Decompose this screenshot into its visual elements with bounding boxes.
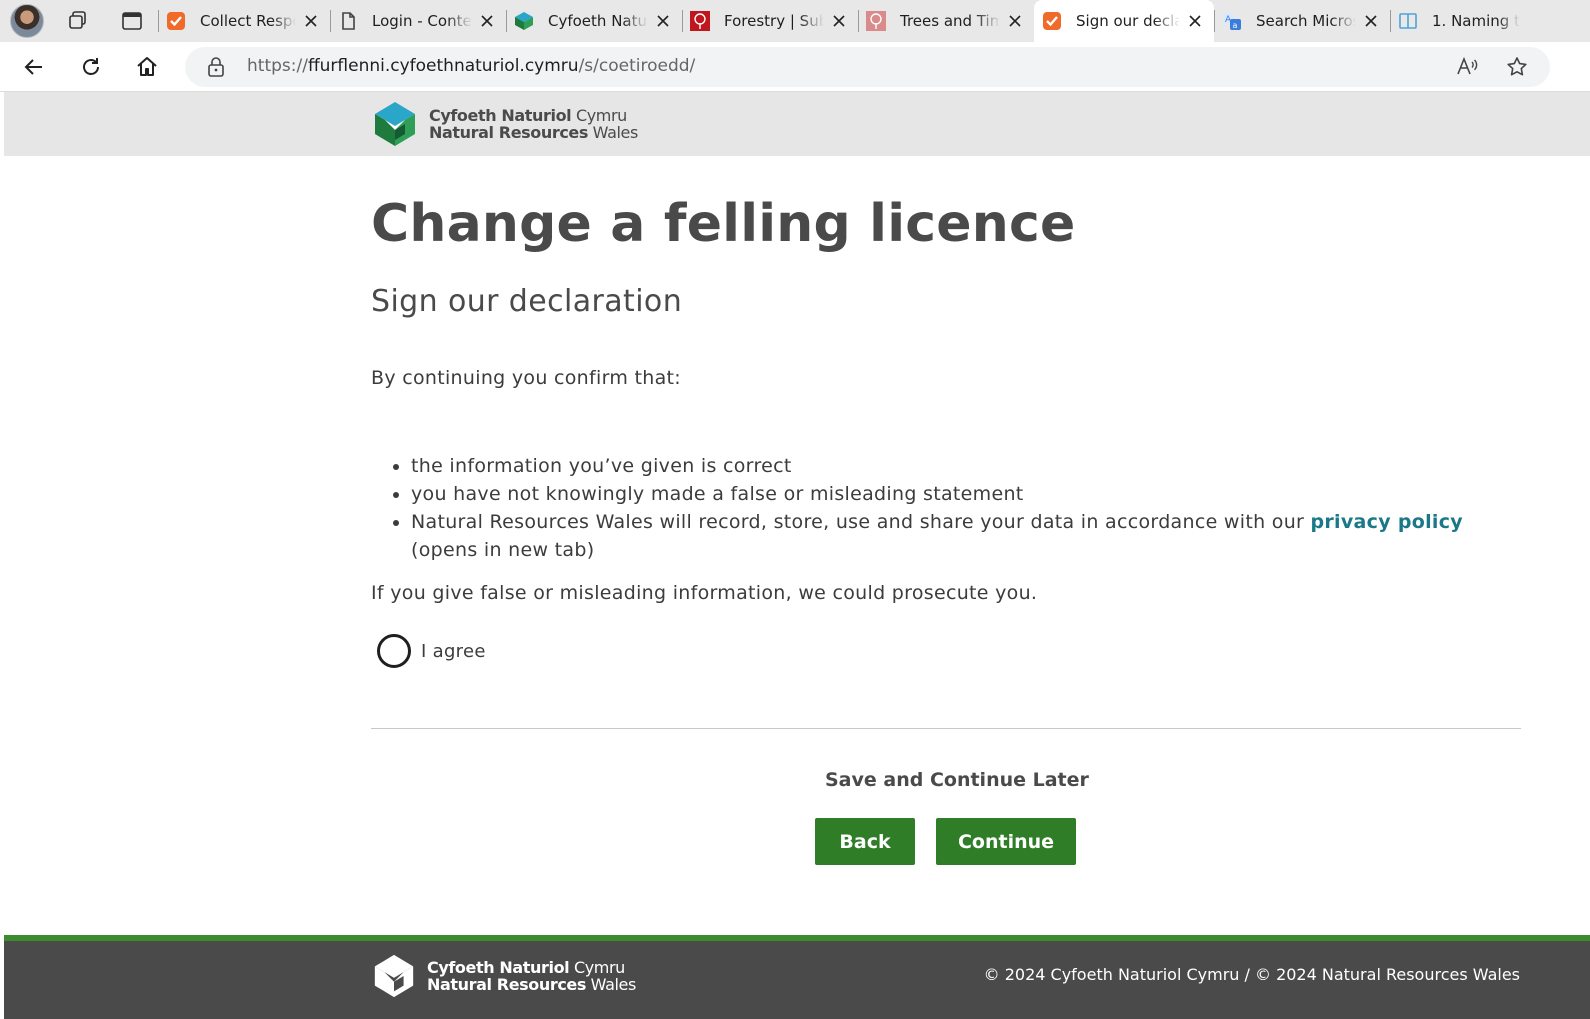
site-footer: Cyfoeth Naturiol Cymru Natural Resources… bbox=[4, 935, 1590, 1019]
read-aloud-icon[interactable] bbox=[1455, 55, 1479, 79]
list-item: you have not knowingly made a false or m… bbox=[411, 480, 1521, 508]
tab-title: 1. Naming the bbox=[1432, 12, 1520, 30]
home-icon[interactable] bbox=[131, 51, 163, 83]
site-header: Cyfoeth Naturiol Cymru Natural Resources… bbox=[4, 92, 1590, 156]
tab-separator bbox=[1214, 10, 1215, 32]
browser-tab-strip: Collect Responses Login - Content Cyfoeth … bbox=[0, 0, 1590, 42]
browser-tab[interactable]: Collect Responses bbox=[158, 0, 330, 42]
footer-logo-text: Cyfoeth Naturiol Cymru Natural Resources… bbox=[427, 958, 636, 994]
list-item: the information you’ve given is correct bbox=[411, 452, 1521, 480]
tree-red-icon bbox=[690, 11, 710, 31]
translate-icon: Aa bbox=[1222, 11, 1242, 31]
close-tab-icon[interactable] bbox=[830, 12, 848, 30]
browser-tab[interactable]: Forestry | Sub-topic bbox=[682, 0, 858, 42]
tab-separator bbox=[158, 10, 159, 32]
close-tab-icon[interactable] bbox=[1186, 12, 1204, 30]
close-tab-icon[interactable] bbox=[654, 12, 672, 30]
copyright-text: © 2024 Cyfoeth Naturiol Cymru / © 2024 N… bbox=[983, 965, 1520, 984]
declaration-intro: By continuing you confirm that: bbox=[371, 367, 682, 389]
nrw-logo-mark-white-icon bbox=[374, 954, 414, 998]
browser-tab[interactable]: 1. Naming the bbox=[1390, 0, 1530, 42]
svg-text:a: a bbox=[1233, 21, 1238, 30]
tab-separator bbox=[858, 10, 859, 32]
web-page: Cyfoeth Naturiol Cymru Natural Resources… bbox=[4, 92, 1590, 1019]
nrw-logo-text: Cyfoeth Naturiol Cymru Natural Resources… bbox=[429, 106, 638, 142]
document-icon bbox=[338, 11, 358, 31]
tab-title: Login - Content bbox=[372, 12, 472, 30]
tab-separator bbox=[330, 10, 331, 32]
browser-tab[interactable]: Login - Content bbox=[330, 0, 506, 42]
tab-title: Search Microsoft bbox=[1256, 12, 1356, 30]
page-subtitle: Sign our declaration bbox=[371, 284, 683, 319]
agree-radio[interactable] bbox=[377, 634, 411, 668]
nrw-logo-icon bbox=[514, 11, 534, 31]
favorite-star-icon[interactable] bbox=[1505, 55, 1529, 79]
book-icon bbox=[1398, 11, 1418, 31]
prosecution-warning: If you give false or misleading informat… bbox=[371, 582, 1038, 604]
nrw-logo-mark-icon bbox=[375, 102, 415, 146]
tab-title: Forestry | Sub-topic bbox=[724, 12, 824, 30]
refresh-icon[interactable] bbox=[75, 51, 107, 83]
list-item: Natural Resources Wales will record, sto… bbox=[411, 508, 1521, 564]
check-badge-icon bbox=[166, 11, 186, 31]
tab-separator bbox=[1390, 10, 1391, 32]
page-title: Change a felling licence bbox=[371, 194, 1076, 254]
url-field[interactable]: https://ffurflenni.cyfoethnaturiol.cymru… bbox=[185, 47, 1550, 87]
tab-title: Collect Responses bbox=[200, 12, 296, 30]
tab-separator bbox=[682, 10, 683, 32]
footer-nrw-logo[interactable]: Cyfoeth Naturiol Cymru Natural Resources… bbox=[371, 953, 636, 999]
browser-tab[interactable]: Aa Search Microsoft bbox=[1214, 0, 1390, 42]
tab-title: Sign our declaration bbox=[1076, 12, 1180, 30]
browser-tab[interactable]: Cyfoeth Naturiol bbox=[506, 0, 682, 42]
close-tab-icon[interactable] bbox=[302, 12, 320, 30]
check-badge-icon bbox=[1042, 11, 1062, 31]
close-tab-icon[interactable] bbox=[1362, 12, 1380, 30]
tab-title: Cyfoeth Naturiol bbox=[548, 12, 648, 30]
back-button[interactable]: Back bbox=[815, 818, 915, 865]
tree-pink-icon bbox=[866, 11, 886, 31]
continue-button[interactable]: Continue bbox=[936, 818, 1076, 865]
workspaces-icon[interactable] bbox=[62, 5, 94, 37]
profile-avatar[interactable] bbox=[10, 4, 44, 38]
url-text: https://ffurflenni.cyfoethnaturiol.cymru… bbox=[247, 56, 696, 76]
save-and-continue-later-button[interactable]: Save and Continue Later bbox=[825, 769, 1089, 791]
agree-radio-option[interactable]: I agree bbox=[377, 634, 486, 668]
browser-tab[interactable]: Trees and Timber bbox=[858, 0, 1034, 42]
back-arrow-icon[interactable] bbox=[18, 51, 50, 83]
close-tab-icon[interactable] bbox=[478, 12, 496, 30]
vertical-tabs-icon[interactable] bbox=[116, 5, 148, 37]
tab-separator bbox=[506, 10, 507, 32]
tab-title: Trees and Timber bbox=[900, 12, 1000, 30]
agree-label: I agree bbox=[421, 640, 486, 662]
declaration-list: the information you’ve given is correct … bbox=[411, 452, 1521, 564]
address-bar-row: https://ffurflenni.cyfoethnaturiol.cymru… bbox=[0, 42, 1590, 92]
browser-tab[interactable]: Sign our declaration bbox=[1034, 0, 1214, 42]
privacy-policy-link[interactable]: privacy policy bbox=[1310, 511, 1462, 533]
lock-icon[interactable] bbox=[207, 57, 225, 82]
divider bbox=[371, 728, 1521, 729]
tab-list: Collect Responses Login - Content Cyfoeth … bbox=[158, 0, 1530, 42]
nrw-logo[interactable]: Cyfoeth Naturiol Cymru Natural Resources… bbox=[371, 100, 638, 148]
close-tab-icon[interactable] bbox=[1006, 12, 1024, 30]
